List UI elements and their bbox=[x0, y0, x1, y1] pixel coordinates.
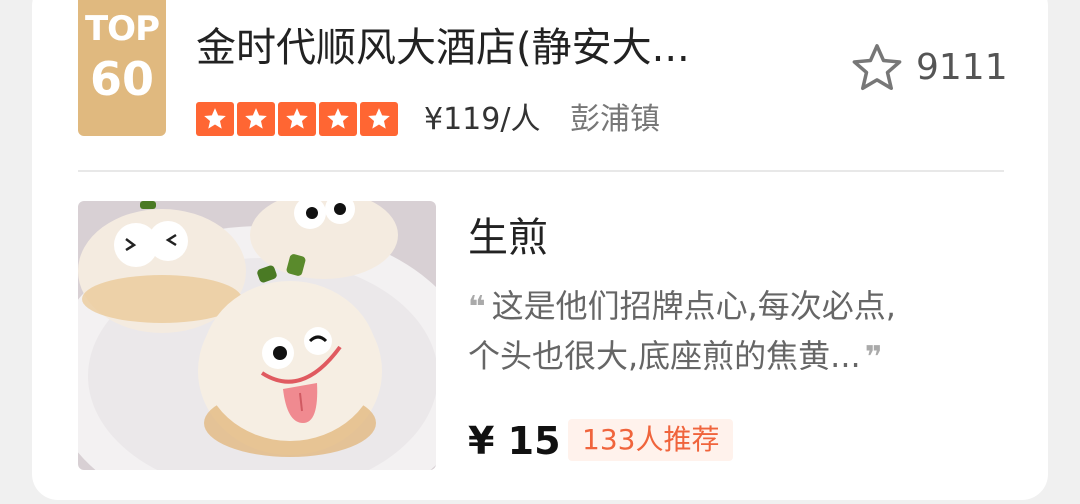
restaurant-name[interactable]: 金时代顺风大酒店(静安大... bbox=[196, 20, 796, 76]
recommend-count-badge: 133人推荐 bbox=[568, 419, 734, 461]
rank-badge: TOP 60 bbox=[78, 0, 166, 136]
favorite-star-icon[interactable] bbox=[848, 40, 906, 96]
rating-star-icon bbox=[278, 102, 316, 136]
dish-price: ¥ 15 bbox=[468, 419, 561, 463]
rating-star-icon bbox=[237, 102, 275, 136]
rating-star-icon bbox=[196, 102, 234, 136]
rank-badge-number: 60 bbox=[89, 52, 154, 106]
rank-badge-top-label: TOP bbox=[84, 9, 160, 49]
rating-stars bbox=[196, 102, 398, 136]
divider bbox=[78, 170, 1004, 172]
review-line: ❝ 这是他们招牌点心,每次必点, bbox=[468, 287, 896, 325]
dish-name: 生煎 bbox=[468, 215, 548, 261]
open-quote-icon: ❝ bbox=[468, 290, 486, 325]
review-line: 个头也很大,底座煎的焦黄... ❞ bbox=[468, 337, 883, 375]
dish-review: ❝ 这是他们招牌点心,每次必点, 个头也很大,底座煎的焦黄... ❞ bbox=[468, 282, 1008, 382]
district-label: 彭浦镇 bbox=[570, 102, 660, 137]
rating-star-icon bbox=[360, 102, 398, 136]
close-quote-icon: ❞ bbox=[864, 340, 883, 375]
favorite-count: 9111 bbox=[916, 47, 1008, 88]
rating-star-icon bbox=[319, 102, 357, 136]
price-per-person: ¥119/人 bbox=[424, 102, 541, 137]
dish-photo[interactable] bbox=[78, 201, 436, 470]
